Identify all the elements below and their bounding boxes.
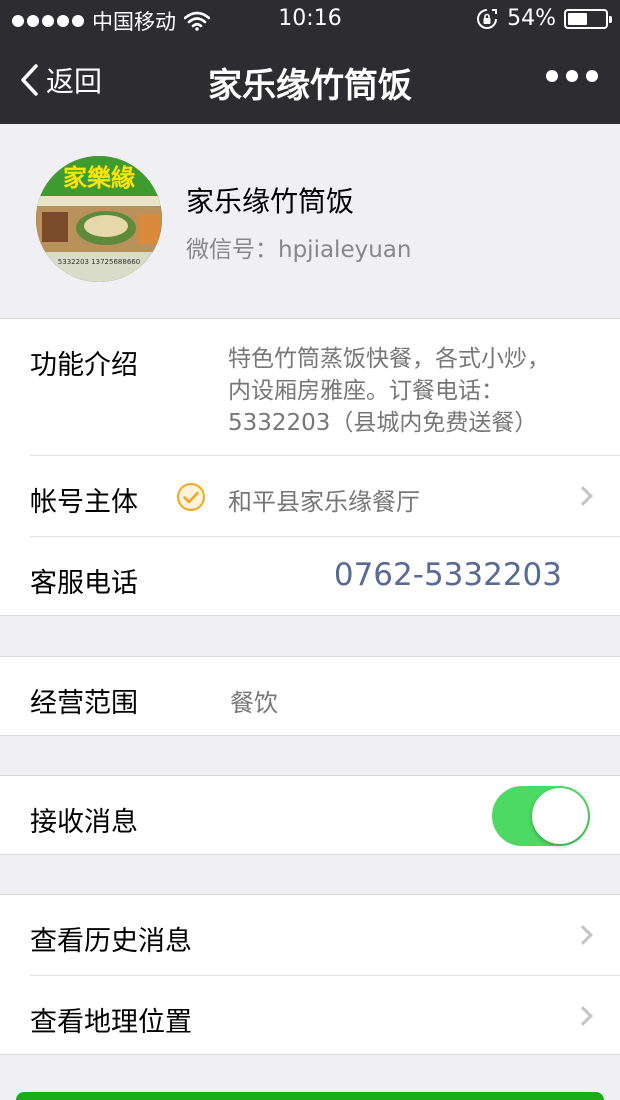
verified-icon	[177, 483, 205, 511]
chevron-right-icon	[573, 486, 593, 506]
message-label: 接收消息	[30, 807, 138, 838]
scope-label: 经营范围	[30, 688, 138, 719]
enter-account-button[interactable]	[16, 1092, 604, 1100]
intro-label: 功能介绍	[30, 350, 138, 381]
chevron-right-icon	[573, 925, 593, 945]
links-group: 查看历史消息 查看地理位置	[0, 894, 620, 1055]
avatar[interactable]: 家樂緣 5332203 13725688660	[36, 156, 162, 282]
avatar-image: 家樂緣 5332203 13725688660	[36, 156, 162, 282]
account-name: 家乐缘竹筒饭	[186, 185, 355, 218]
account-row[interactable]: 帐号主体 和平县家乐缘餐厅	[0, 456, 620, 536]
message-group: 接收消息	[0, 775, 620, 855]
account-label: 帐号主体	[30, 487, 138, 518]
phone-label: 客服电话	[30, 568, 138, 599]
status-bar: 中国移动 10:16 54%	[0, 0, 620, 40]
more-icon[interactable]	[546, 70, 598, 82]
history-row[interactable]: 查看历史消息	[0, 895, 620, 975]
scope-group: 经营范围 餐饮	[0, 656, 620, 736]
receive-messages-toggle[interactable]	[492, 786, 590, 846]
location-label: 查看地理位置	[30, 1007, 192, 1038]
wechat-id: 微信号：hpjialeyuan	[186, 237, 412, 263]
phone-row: 客服电话 0762-5332203	[0, 537, 620, 617]
avatar-sign-text: 家樂緣	[63, 164, 135, 192]
location-row[interactable]: 查看地理位置	[0, 976, 620, 1056]
phone-link[interactable]: 0762-5332203	[334, 557, 562, 593]
status-right: 54%	[475, 6, 612, 31]
info-group: 功能介绍 特色竹筒蒸饭快餐，各式小炒， 内设厢房雅座。订餐电话： 5332203…	[0, 318, 620, 616]
battery-fill	[568, 12, 587, 25]
nav-bar: 返回 家乐缘竹筒饭	[0, 40, 620, 124]
toggle-knob	[532, 788, 588, 844]
history-label: 查看历史消息	[30, 926, 192, 957]
intro-line-1: 特色竹筒蒸饭快餐，各式小炒，	[228, 346, 550, 372]
intro-row: 功能介绍 特色竹筒蒸饭快餐，各式小炒， 内设厢房雅座。订餐电话： 5332203…	[0, 319, 620, 455]
profile-header: 家樂緣 5332203 13725688660 家乐缘竹筒饭 微信号：hpjia…	[0, 124, 620, 318]
account-value: 和平县家乐缘餐厅	[228, 488, 420, 516]
chevron-right-icon	[573, 1006, 593, 1026]
scope-value: 餐饮	[230, 689, 278, 717]
intro-line-3: 5332203（县城内免费送餐）	[228, 410, 538, 436]
battery-percent: 54%	[507, 6, 556, 31]
rotation-lock-icon	[477, 8, 498, 29]
battery-icon	[564, 8, 612, 29]
intro-text: 特色竹筒蒸饭快餐，各式小炒， 内设厢房雅座。订餐电话： 5332203（县城内免…	[228, 343, 550, 439]
page-title: 家乐缘竹筒饭	[208, 66, 412, 106]
avatar-phone-text: 5332203 13725688660	[58, 258, 140, 266]
intro-line-2: 内设厢房雅座。订餐电话：	[228, 378, 504, 404]
